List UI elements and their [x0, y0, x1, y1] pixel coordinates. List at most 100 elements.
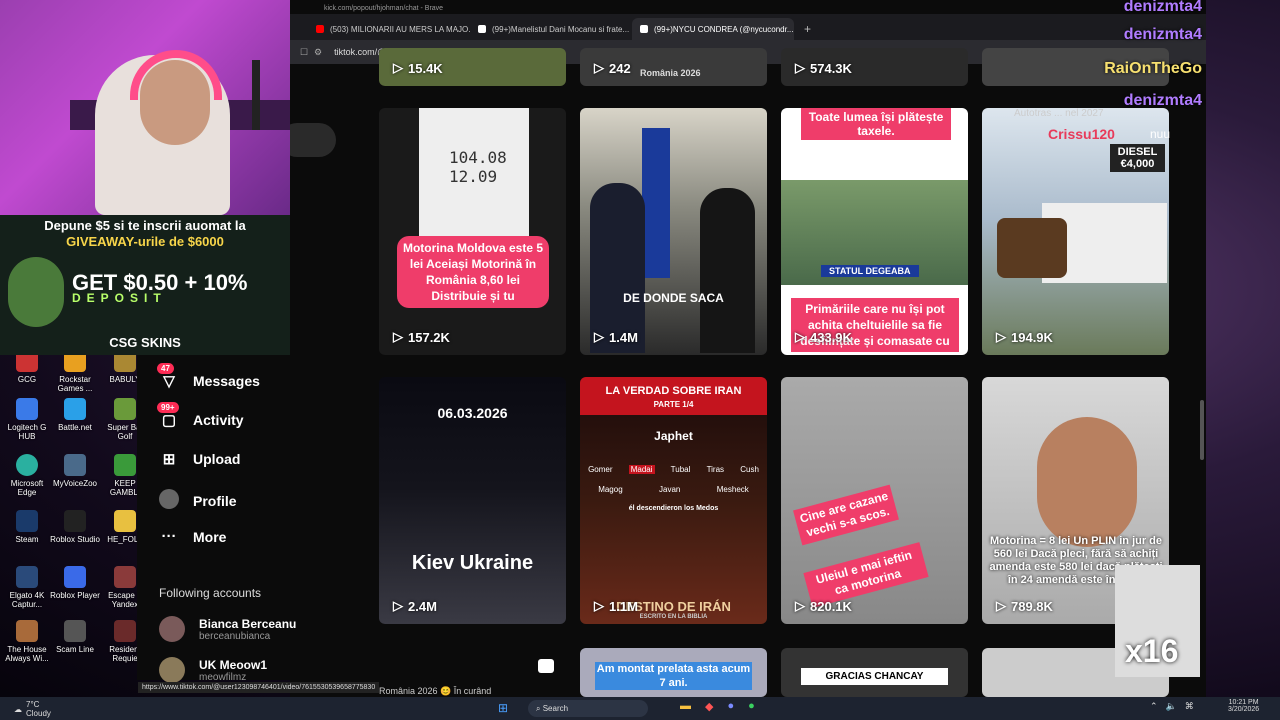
app-icon — [64, 454, 86, 476]
app-icon — [16, 620, 38, 642]
view-count: ▷ 574.3K — [795, 60, 852, 76]
person — [590, 183, 645, 353]
video-card[interactable]: GRACIAS CHANCAY — [781, 648, 968, 697]
video-card[interactable]: Toate lumea își plătește taxele. STATUL … — [781, 108, 968, 355]
microphone — [252, 60, 260, 130]
file-explorer-icon[interactable]: ▬ — [680, 700, 691, 713]
app-icon — [114, 454, 136, 476]
fuel-pump-display: 104.08 12.09 — [419, 108, 529, 238]
paper-plane-icon: ▽ 47 — [157, 363, 179, 390]
desktop-icon[interactable]: MyVoiceZoo — [50, 454, 100, 488]
nav-more[interactable]: ··· More — [159, 528, 227, 545]
cloud-icon: ☁ — [14, 704, 22, 714]
avatar-icon — [159, 489, 179, 513]
desktop-icon[interactable]: Roblox Studio — [50, 510, 100, 544]
view-count: ▷ 242 — [594, 60, 631, 76]
webcam-overlay — [0, 0, 290, 215]
desktop-icon[interactable]: Microsoft Edge — [2, 454, 52, 497]
mascot — [8, 257, 64, 327]
nav-messages[interactable]: ▽ 47 Messages — [157, 363, 260, 390]
tab-bar: (503) MILIONARII AU MERS LA MAJO... (99+… — [290, 14, 1206, 40]
promo-banner: Depune $5 si te inscrii auomat la GIVEAWA… — [0, 215, 290, 355]
app-icon — [114, 510, 136, 532]
browser-tab[interactable]: (503) MILIONARII AU MERS LA MAJO... — [308, 18, 470, 40]
browser-tab-active[interactable]: (99+)NYCU CONDREA (@nycucondr...✕ — [632, 18, 794, 40]
bookmark-icon[interactable]: ☐ — [300, 47, 314, 58]
person — [700, 188, 755, 353]
weather-widget[interactable]: ☁ 7°C Cloudy — [14, 700, 51, 718]
spotify-icon[interactable]: ● — [748, 700, 755, 713]
view-count: ▷ 194.9K — [996, 329, 1053, 345]
view-count: ▷ 157.2K — [393, 329, 450, 345]
app-icon — [64, 510, 86, 532]
desktop-icon[interactable]: Steam — [2, 510, 52, 544]
app-icon — [64, 398, 86, 420]
app-icon — [16, 510, 38, 532]
view-count: ▷ 1.1M — [594, 598, 638, 614]
app-icon — [16, 398, 38, 420]
scrollbar[interactable] — [1200, 400, 1204, 460]
tiktok-sidebar: ▽ 47 Messages ▢ 99+ Activity ⊞ Upload Profile… — [137, 355, 327, 683]
discord-icon[interactable]: ● — [727, 700, 734, 713]
windows-start-icon[interactable]: ⊞ — [498, 701, 508, 715]
image-icon[interactable] — [538, 659, 554, 673]
nav-activity[interactable]: ▢ 99+ Activity — [157, 402, 244, 429]
video-card[interactable]: 104.08 12.09 Motorina Moldova este 5 lei… — [379, 108, 566, 355]
emote-sticker: x16 — [1115, 565, 1200, 677]
view-count: ▷ 433.9K — [795, 329, 852, 345]
video-card[interactable]: 06.03.2026 Kiev Ukraine ▷ 2.4M — [379, 377, 566, 624]
video-card[interactable]: Cine are cazane vechi s-a scos. Uleiul e… — [781, 377, 968, 624]
video-card[interactable]: ▷ 15.4K — [379, 48, 566, 86]
browser-tab[interactable]: (99+)Manelistul Dani Mocanu si frate... — [470, 18, 632, 40]
app-icon — [64, 566, 86, 588]
desktop-icon[interactable]: Scam Line — [50, 620, 100, 654]
desktop-icon[interactable]: Roblox Player — [50, 566, 100, 600]
avatar — [159, 616, 185, 642]
nav-profile[interactable]: Profile — [159, 489, 237, 513]
desktop-icon[interactable]: Rockstar Games ... — [50, 350, 100, 393]
desktop-icon[interactable]: Battle.net — [50, 398, 100, 432]
flag — [642, 128, 670, 278]
new-tab-button[interactable]: + — [794, 18, 821, 40]
horses — [997, 218, 1067, 278]
desktop-icon[interactable]: GCG — [2, 350, 52, 384]
video-card[interactable]: DIESEL €4,000 ▷ 194.9K — [982, 108, 1169, 355]
video-card[interactable]: ▷ 242 România 2026 — [580, 48, 767, 86]
search-icon: ⌕ — [536, 704, 543, 713]
tiktok-icon — [640, 25, 648, 33]
chevron-up-icon[interactable]: ⌃ — [1150, 701, 1158, 712]
video-card[interactable]: LA VERDAD SOBRE IRAN PARTE 1/4 Japhet Go… — [580, 377, 767, 624]
brave-icon[interactable]: ◆ — [705, 700, 713, 713]
plus-square-icon: ⊞ — [162, 451, 176, 468]
video-card[interactable]: Am montat prelata asta acum 7 ani. — [580, 648, 767, 697]
tiktok-icon — [478, 25, 486, 33]
nav-upload[interactable]: ⊞ Upload — [159, 450, 241, 468]
following-account[interactable]: UK Meoow1 meowfilmz — [159, 657, 267, 683]
chat-user: denizmta4 — [1123, 0, 1202, 15]
row3-left-caption: România 2026 😊 În curând — [379, 686, 492, 696]
app-icon — [114, 398, 136, 420]
app-icon — [64, 620, 86, 642]
network-icon[interactable]: ⌘ — [1185, 701, 1194, 712]
more-icon: ··· — [161, 528, 177, 545]
view-count: ▷ 2.4M — [393, 598, 437, 614]
speaker-icon[interactable]: 🔈 — [1166, 701, 1177, 712]
inbox-icon: ▢ 99+ — [157, 402, 179, 429]
video-card[interactable]: DE DONDE SACA ▷ 1.4M — [580, 108, 767, 355]
video-card[interactable]: ▷ 574.3K — [781, 48, 968, 86]
chat-user: RaiOnTheGo — [1104, 60, 1202, 77]
following-account[interactable]: Bianca Berceanu berceanubianca — [159, 616, 296, 642]
desktop-icon[interactable]: Elgato 4K Captur... — [2, 566, 52, 609]
clock[interactable]: 10:21 PM 3/20/2026 — [1228, 699, 1259, 713]
desktop-icon[interactable]: The House Always Wi... — [2, 620, 52, 663]
view-count: ▷ 789.8K — [996, 598, 1053, 614]
avatar — [159, 657, 185, 683]
taskbar-search[interactable]: ⌕ Search — [528, 700, 648, 717]
desktop-icon[interactable]: Logitech G HUB — [2, 398, 52, 441]
chat-user: denizmta4 — [1123, 92, 1202, 109]
site-info-icon[interactable]: ⚙ — [314, 47, 322, 58]
view-count: ▷ 820.1K — [795, 598, 852, 614]
browser-window: kick.com/popout/hjohman/chat - Brave (50… — [280, 0, 1206, 697]
view-count: ▷ 1.4M — [594, 329, 638, 345]
app-icon — [16, 454, 38, 476]
